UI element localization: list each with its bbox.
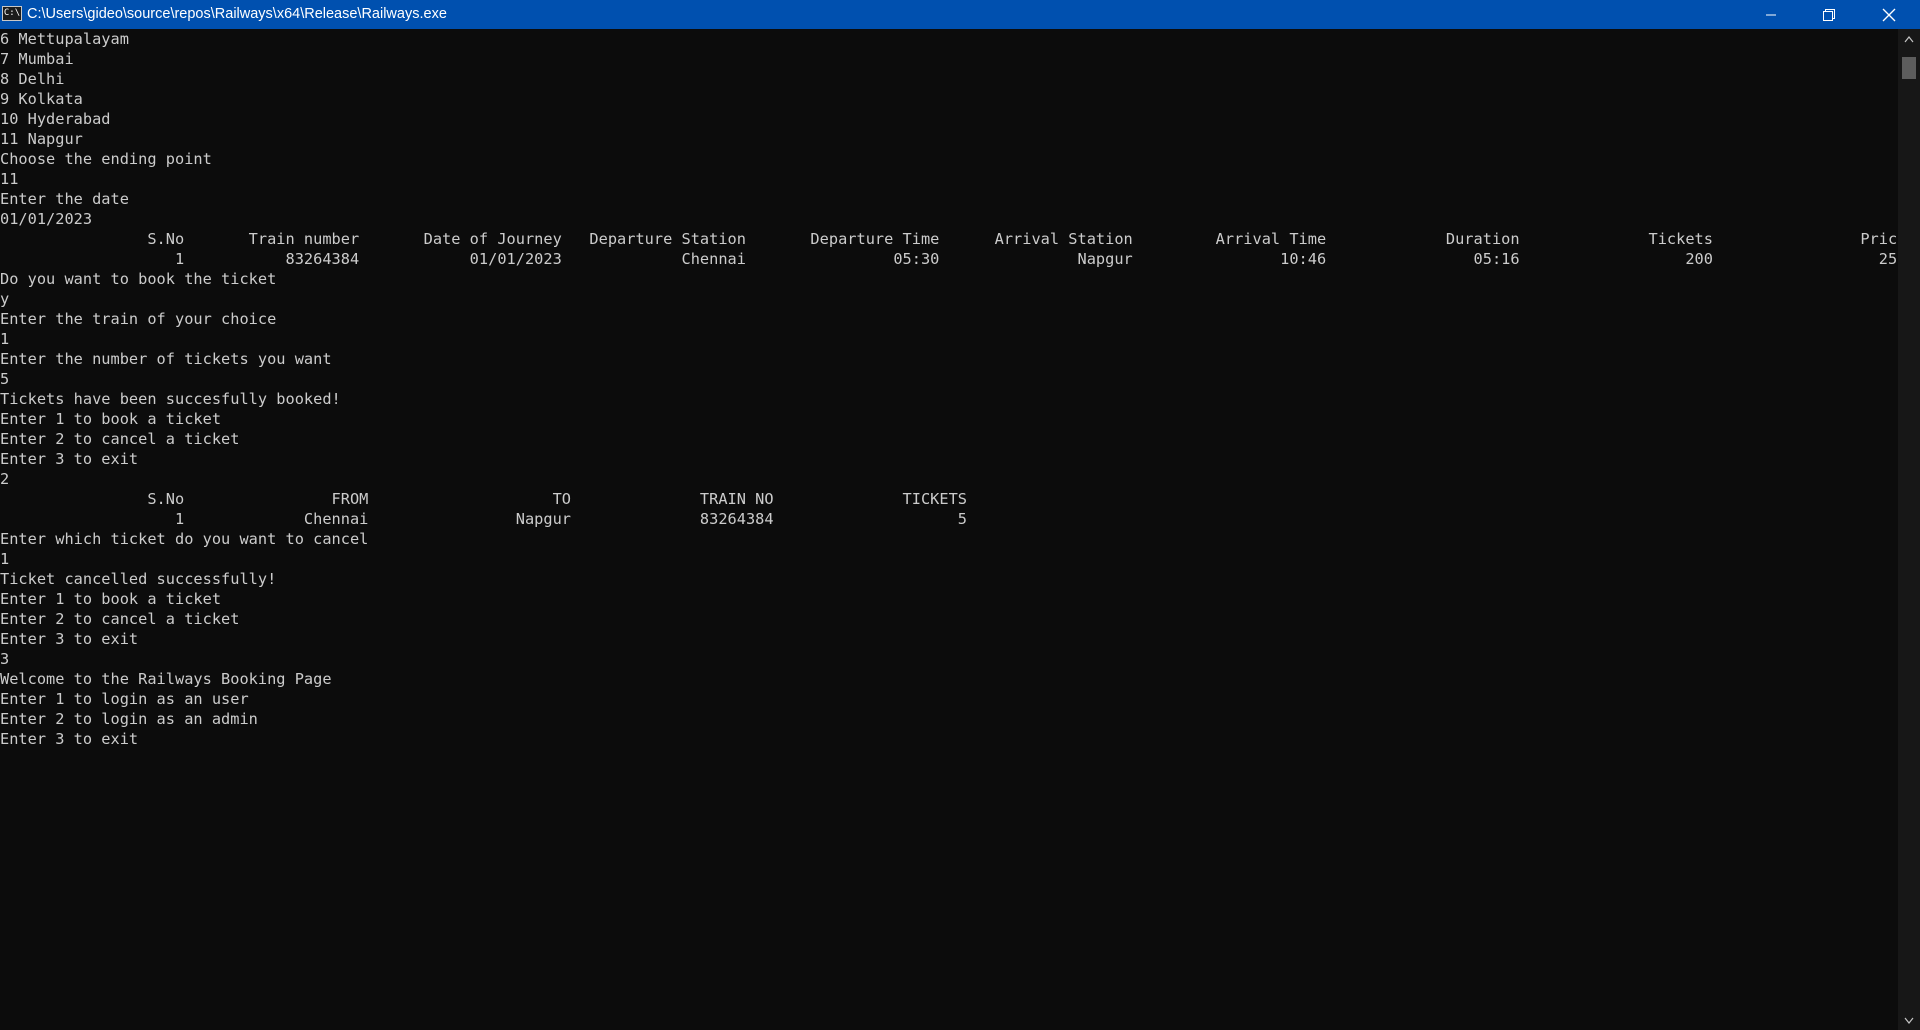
console-line: 1 83264384 01/01/2023 Chennai 05:30 Napg… bbox=[0, 250, 1898, 268]
console-line: Enter 1 to book a ticket bbox=[0, 410, 222, 428]
console-line: Enter the number of tickets you want bbox=[0, 350, 332, 368]
console-line: 9 Kolkata bbox=[0, 90, 83, 108]
close-icon bbox=[1882, 8, 1896, 21]
console-line: Welcome to the Railways Booking Page bbox=[0, 670, 332, 688]
console-text: 6 Mettupalayam 7 Mumbai 8 Delhi 9 Kolkata 10… bbox=[0, 29, 1898, 749]
console-line: 7 Mumbai bbox=[0, 50, 74, 68]
vertical-scrollbar[interactable] bbox=[1898, 29, 1920, 1030]
console-line: Choose the ending point bbox=[0, 150, 212, 168]
console-line: S.No FROM TO TRAIN NO TICKETS bbox=[0, 490, 967, 508]
scrollbar-thumb[interactable] bbox=[1902, 57, 1916, 79]
console-line: Enter which ticket do you want to cancel bbox=[0, 530, 369, 548]
console-line: Enter 1 to book a ticket bbox=[0, 590, 222, 608]
console-line: 1 Chennai Napgur 83264384 5 bbox=[0, 510, 967, 528]
console-line: Enter 3 to exit bbox=[0, 730, 139, 748]
console-line: S.No Train number Date of Journey Depart… bbox=[0, 230, 1898, 248]
console-line: 11 Napgur bbox=[0, 130, 83, 148]
console-line: Enter 3 to exit bbox=[0, 450, 139, 468]
minimize-icon bbox=[1766, 14, 1776, 15]
console-line: y bbox=[0, 290, 10, 308]
chevron-down-icon bbox=[1904, 1017, 1914, 1024]
console-line: Enter the date bbox=[0, 190, 129, 208]
restore-icon bbox=[1823, 8, 1835, 21]
console-line: 1 bbox=[0, 550, 10, 568]
restore-button[interactable] bbox=[1800, 0, 1858, 29]
console-line: Enter 3 to exit bbox=[0, 630, 139, 648]
console-line: Enter 2 to cancel a ticket bbox=[0, 610, 240, 628]
scroll-down-button[interactable] bbox=[1898, 1010, 1920, 1030]
console-line: 3 bbox=[0, 650, 10, 668]
console-line: 6 Mettupalayam bbox=[0, 30, 129, 48]
console-line: 2 bbox=[0, 470, 10, 488]
console-line: Enter 2 to login as an admin bbox=[0, 710, 258, 728]
console-line: Enter 1 to login as an user bbox=[0, 690, 249, 708]
title-bar[interactable]: C:\ C:\Users\gideo\source\repos\Railways… bbox=[0, 0, 1920, 29]
console-line: 5 bbox=[0, 370, 10, 388]
console-line: Do you want to book the ticket bbox=[0, 270, 277, 288]
minimize-button[interactable] bbox=[1742, 0, 1800, 29]
console-line: Tickets have been succesfully booked! bbox=[0, 390, 341, 408]
console-line: 10 Hyderabad bbox=[0, 110, 111, 128]
console-line: Enter 2 to cancel a ticket bbox=[0, 430, 240, 448]
chevron-up-icon bbox=[1904, 35, 1914, 42]
window-title: C:\Users\gideo\source\repos\Railways\x64… bbox=[27, 6, 447, 22]
console-line: Ticket cancelled successfully! bbox=[0, 570, 277, 588]
close-button[interactable] bbox=[1858, 0, 1920, 29]
console-app-icon: C:\ bbox=[2, 6, 22, 21]
scroll-up-button[interactable] bbox=[1898, 29, 1920, 49]
console-line: 8 Delhi bbox=[0, 70, 65, 88]
console-line: 01/01/2023 bbox=[0, 210, 93, 228]
console-line: Enter the train of your choice bbox=[0, 310, 277, 328]
console-line: 11 bbox=[0, 170, 19, 188]
console-output-area[interactable]: 6 Mettupalayam 7 Mumbai 8 Delhi 9 Kolkata 10… bbox=[0, 29, 1898, 1030]
console-line: 1 bbox=[0, 330, 10, 348]
